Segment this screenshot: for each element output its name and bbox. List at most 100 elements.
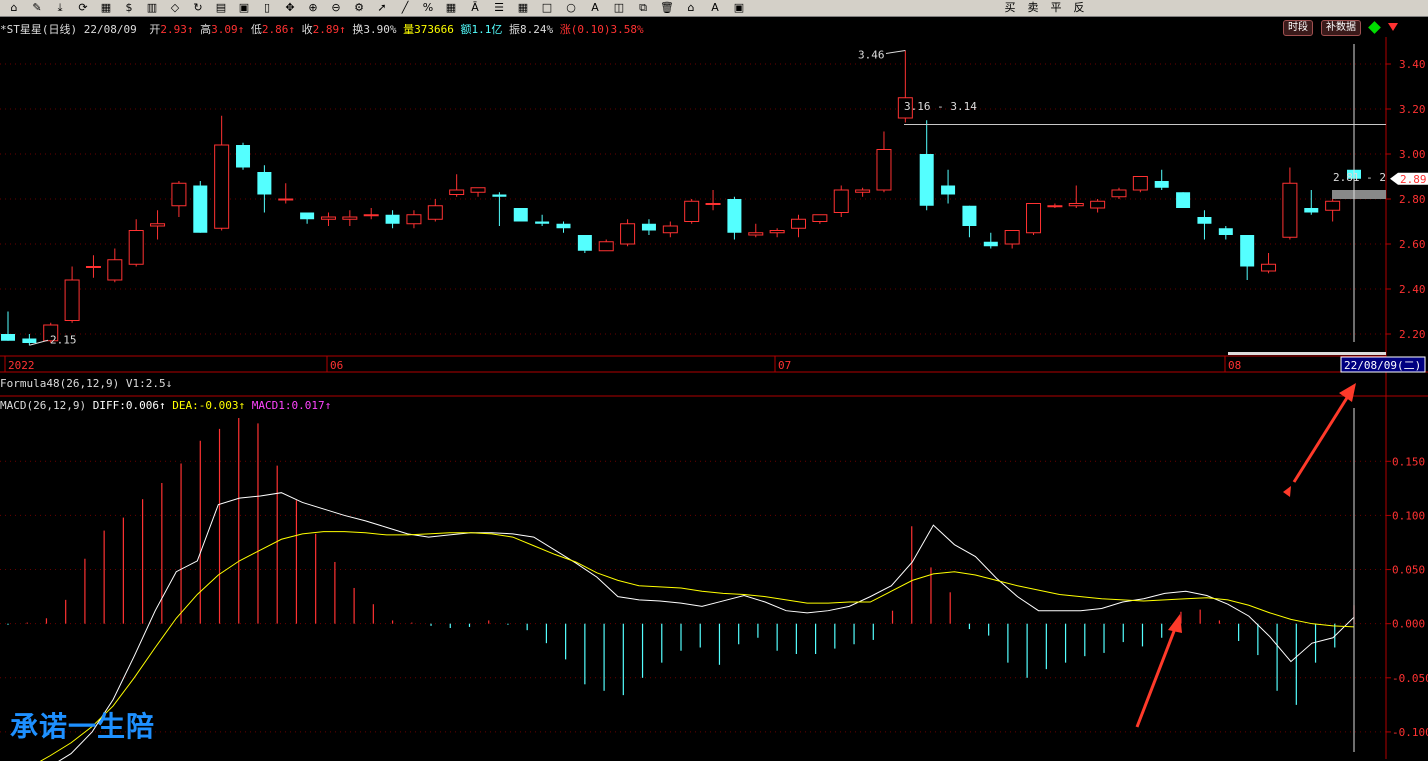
settings-icon[interactable]: ⚙	[349, 0, 369, 15]
candle-body	[855, 189, 871, 193]
candle-body	[128, 230, 144, 265]
candle-body	[1090, 200, 1106, 209]
candle-body	[64, 279, 80, 321]
date-label: 06	[330, 359, 343, 372]
price-tick-label: 3.40	[1399, 58, 1426, 71]
time-period-button[interactable]: 时段	[1283, 20, 1313, 36]
macd-tick-label: 0.050	[1392, 564, 1425, 577]
chart-area: 3.40 3.20 3.00 2.80 2.60 2.40 2.20 2022 06 07 08 22…	[0, 37, 1428, 761]
candle-body	[1026, 203, 1042, 234]
move-icon[interactable]: ✥	[280, 0, 300, 15]
circle-tool-icon[interactable]: ○	[561, 0, 581, 15]
arrow-shaft	[1292, 392, 1352, 483]
high-value: 3.09	[211, 23, 238, 36]
trash-icon[interactable]: 🗑	[657, 0, 677, 15]
up-arrow-icon: ↑	[237, 23, 245, 36]
arrow-tail	[1283, 486, 1291, 497]
chart-type-icon[interactable]: ▦	[441, 0, 461, 15]
zoom-in-icon[interactable]: ⊕	[303, 0, 323, 15]
price-tick-label: 3.00	[1399, 148, 1426, 161]
candle-body	[406, 214, 422, 225]
book-icon[interactable]: ▯	[257, 0, 277, 15]
candle-body	[385, 214, 400, 224]
candle-body	[684, 200, 700, 222]
red-triangle-icon[interactable]	[1388, 23, 1398, 31]
open-value: 2.93	[160, 23, 187, 36]
download-icon[interactable]: ⤓	[50, 0, 70, 15]
volume-value: 373666	[414, 23, 454, 36]
refresh-icon[interactable]: ↻	[188, 0, 208, 15]
candle-body	[1304, 208, 1319, 213]
candle-body	[1261, 263, 1277, 272]
cursor-date-label: 22/08/09(二)	[1344, 359, 1421, 372]
copy-icon[interactable]: ⧉	[633, 0, 653, 15]
shield-icon[interactable]: ◫	[609, 0, 629, 15]
candle-body	[513, 208, 528, 222]
dea-value: -0.003	[198, 399, 239, 412]
volume-label: 量	[403, 23, 415, 36]
last-range-label: 2.81 - 2	[1333, 171, 1386, 184]
dollar-icon[interactable]: $	[119, 0, 139, 15]
up-arrow-icon: ↑	[339, 23, 346, 36]
change-label: 涨	[559, 23, 571, 36]
up-arrow-icon: ↑	[288, 23, 295, 36]
percent-icon[interactable]: %	[418, 0, 438, 15]
candle-body	[556, 223, 571, 229]
fill-data-button[interactable]: 补数据	[1321, 20, 1361, 36]
candle-body	[214, 144, 230, 229]
current-price-label: 2.89	[1400, 173, 1427, 186]
candle-body	[320, 216, 336, 220]
save-icon[interactable]: ▣	[729, 0, 749, 15]
up-arrow-icon: ↑	[238, 399, 246, 412]
candle-body	[1132, 176, 1148, 191]
candle-body	[769, 230, 785, 234]
candle-body	[727, 199, 742, 233]
candle-body	[662, 225, 678, 234]
trade-button-1[interactable]: 卖	[1023, 0, 1043, 15]
macd-tick-label: 0.100	[1392, 509, 1425, 522]
cursor-icon[interactable]: ➚	[372, 0, 392, 15]
macd1-value: 0.017	[291, 399, 325, 412]
list-icon[interactable]: ☰	[489, 0, 509, 15]
formula-text: Formula48(26,12,9) V1:2.5	[0, 377, 166, 390]
candle-body	[236, 145, 251, 168]
macd-layer	[7, 418, 1355, 761]
home-icon[interactable]: ⌂	[4, 0, 24, 15]
candle-body	[748, 232, 764, 236]
diamond-icon[interactable]: ◇	[165, 0, 185, 15]
macd1-label: MACD1:	[251, 399, 292, 412]
layout-icon[interactable]: ▣	[234, 0, 254, 15]
grid-icon[interactable]: ▦	[96, 0, 116, 15]
formula-bar: Formula48(26,12,9) V1:2.5↓	[0, 377, 172, 390]
rect-tool-icon[interactable]: □	[537, 0, 557, 15]
candle-body	[876, 149, 892, 191]
candle-body	[620, 223, 636, 245]
candle-body	[257, 172, 272, 195]
text-tool-icon[interactable]: Ā	[465, 0, 485, 15]
candle-body	[1197, 217, 1212, 224]
price-tick-label: 2.40	[1399, 283, 1426, 296]
lock-icon[interactable]: ⌂	[681, 0, 701, 15]
draw-icon[interactable]: ✎	[27, 0, 47, 15]
candle-body	[598, 241, 614, 252]
candle-body	[150, 223, 166, 227]
price-tick-label: 2.20	[1399, 328, 1426, 341]
font-color-icon[interactable]: A	[705, 0, 725, 15]
candle-body	[300, 212, 315, 220]
trade-button-0[interactable]: 买	[1000, 0, 1020, 15]
range-label: 3.16 - 3.14	[904, 100, 977, 113]
date-label: 2022	[8, 359, 35, 372]
trade-button-2[interactable]: 平	[1046, 0, 1066, 15]
up-arrow-icon: ↑	[186, 23, 194, 36]
line-tool-icon[interactable]: ╱	[395, 0, 415, 15]
bar-chart-icon[interactable]: ▥	[142, 0, 162, 15]
letter-a-icon[interactable]: A	[585, 0, 605, 15]
candle-body	[812, 214, 828, 222]
candle-body	[705, 203, 721, 205]
zoom-out-icon[interactable]: ⊖	[326, 0, 346, 15]
sync-icon[interactable]: ⟳	[73, 0, 93, 15]
table-icon[interactable]: ▦	[513, 0, 533, 15]
trade-button-3[interactable]: 反	[1069, 0, 1089, 15]
doc-icon[interactable]: ▤	[211, 0, 231, 15]
up-arrow-icon: ↑	[158, 399, 166, 412]
